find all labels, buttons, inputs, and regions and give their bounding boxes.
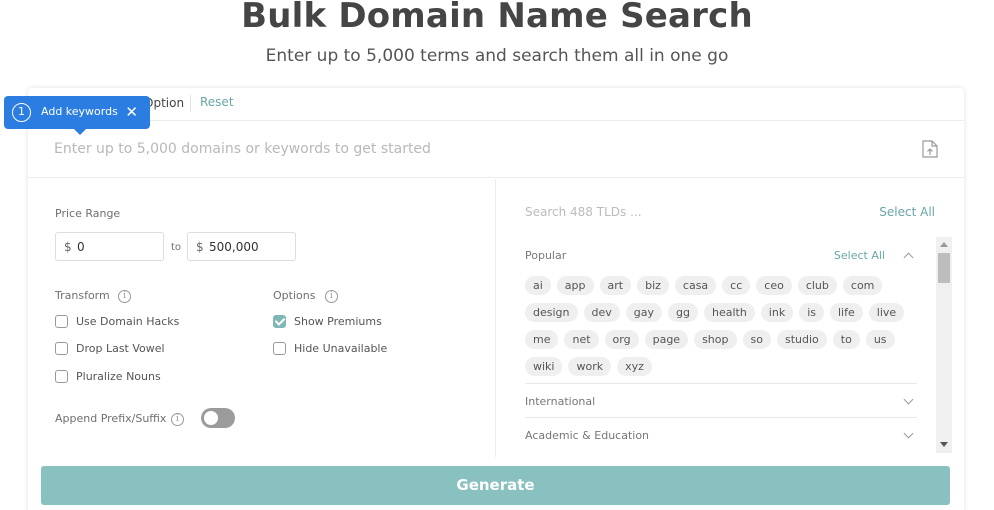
tld-list: Popular Select All ai app art biz casa cc ceo c…	[497, 237, 964, 455]
toggle-knob	[204, 411, 218, 425]
file-upload-icon[interactable]	[922, 140, 938, 158]
transform-label: Transform	[55, 289, 110, 302]
drop-last-vowel-checkbox[interactable]: Drop Last Vowel	[55, 342, 165, 355]
use-domain-hacks-checkbox[interactable]: Use Domain Hacks	[55, 315, 179, 328]
close-icon[interactable]: ✕	[125, 103, 138, 121]
step-number-badge: 1	[12, 103, 31, 122]
checkbox-box[interactable]	[55, 315, 68, 328]
tld-chip-net[interactable]: net	[564, 330, 599, 349]
price-max-value: 500,000	[209, 240, 259, 254]
filters-pane: Price Range $ 0 to $ 500,000 Transform i…	[28, 179, 496, 457]
checkbox-box[interactable]	[273, 342, 286, 355]
chevron-up-icon[interactable]	[903, 252, 914, 263]
tld-chip-wiki[interactable]: wiki	[525, 357, 563, 376]
tld-chip-us[interactable]: us	[865, 330, 895, 349]
checkbox-box[interactable]	[55, 370, 68, 383]
options-info-icon[interactable]: i	[325, 290, 338, 303]
price-to-label: to	[171, 242, 182, 253]
tld-chip-ai[interactable]: ai	[525, 276, 551, 295]
popular-tld-chips: ai app art biz casa cc ceo club com design dev gay g…	[525, 276, 920, 376]
tld-chip-app[interactable]: app	[556, 276, 594, 295]
tld-chip-me[interactable]: me	[525, 330, 559, 349]
tld-pane: Search 488 TLDs ... Select All Popular S…	[497, 179, 964, 457]
tld-chip-work[interactable]: work	[568, 357, 612, 376]
tld-chip-so[interactable]: so	[742, 330, 771, 349]
tld-chip-page[interactable]: page	[644, 330, 689, 349]
tld-chip-design[interactable]: design	[525, 303, 578, 322]
chevron-down-icon[interactable]	[903, 394, 914, 405]
checkbox-box[interactable]	[55, 342, 68, 355]
tld-chip-xyz[interactable]: xyz	[617, 357, 652, 376]
card-toolbar: Option Reset	[28, 88, 964, 121]
checkbox-label: Drop Last Vowel	[76, 342, 165, 355]
tooltip-text: Add keywords	[41, 105, 118, 118]
tld-list-scrollbar[interactable]	[936, 237, 952, 453]
group-divider	[525, 383, 917, 384]
tld-chip-gg[interactable]: gg	[668, 303, 698, 322]
options-label: Options	[273, 289, 316, 302]
checkbox-label: Use Domain Hacks	[76, 315, 180, 328]
tld-group-academic-education[interactable]: Academic & Education	[525, 429, 649, 442]
tld-chip-biz[interactable]: biz	[637, 276, 669, 295]
tld-chip-casa[interactable]: casa	[674, 276, 717, 295]
keywords-input[interactable]: Enter up to 5,000 domains or keywords to…	[28, 122, 964, 178]
tld-chip-ceo[interactable]: ceo	[756, 276, 792, 295]
scrollbar-thumb[interactable]	[938, 253, 950, 283]
tld-chip-org[interactable]: org	[604, 330, 639, 349]
price-min-value: 0	[77, 240, 85, 254]
option-tab[interactable]: Option	[144, 96, 184, 110]
checkbox-label: Show Premiums	[294, 315, 382, 328]
tld-chip-live[interactable]: live	[868, 303, 905, 322]
show-premiums-checkbox[interactable]: Show Premiums	[273, 315, 382, 328]
add-keywords-tooltip: 1 Add keywords ✕	[4, 96, 150, 135]
tld-chip-cc[interactable]: cc	[722, 276, 751, 295]
append-prefix-suffix-toggle[interactable]	[201, 408, 235, 428]
currency-symbol: $	[64, 240, 72, 254]
tld-chip-art[interactable]: art	[599, 276, 632, 295]
reset-button[interactable]: Reset	[200, 95, 234, 109]
tld-chip-to[interactable]: to	[832, 330, 860, 349]
currency-symbol: $	[196, 240, 204, 254]
transform-info-icon[interactable]: i	[118, 290, 131, 303]
price-max-input[interactable]: $ 500,000	[187, 232, 296, 261]
page: Bulk Domain Name Search Enter up to 5,00…	[0, 0, 994, 510]
tld-group-popular-title[interactable]: Popular	[525, 249, 566, 262]
generate-button[interactable]: Generate	[41, 466, 950, 505]
tld-chip-life[interactable]: life	[830, 303, 863, 322]
pluralize-nouns-checkbox[interactable]: Pluralize Nouns	[55, 370, 161, 383]
tld-search-input[interactable]: Search 488 TLDs ...	[525, 205, 642, 219]
page-title: Bulk Domain Name Search	[241, 0, 753, 36]
popular-select-all-link[interactable]: Select All	[834, 249, 885, 262]
checkbox-box[interactable]	[273, 315, 286, 328]
hide-unavailable-checkbox[interactable]: Hide Unavailable	[273, 342, 387, 355]
tld-chip-club[interactable]: club	[797, 276, 837, 295]
checkbox-label: Pluralize Nouns	[76, 370, 161, 383]
price-range-label: Price Range	[55, 207, 121, 220]
search-card: Option Reset Enter up to 5,000 domains o…	[28, 88, 964, 510]
page-subtitle: Enter up to 5,000 terms and search them …	[265, 46, 729, 66]
tld-chip-dev[interactable]: dev	[583, 303, 620, 322]
tld-chip-com[interactable]: com	[842, 276, 883, 295]
append-prefix-suffix-label: Append Prefix/Suffix	[55, 412, 167, 425]
select-all-tlds-link[interactable]: Select All	[879, 205, 935, 219]
scroll-down-arrow-icon[interactable]	[940, 442, 948, 447]
price-min-input[interactable]: $ 0	[55, 232, 164, 261]
tld-chip-health[interactable]: health	[703, 303, 755, 322]
tld-chip-ink[interactable]: ink	[760, 303, 794, 322]
chevron-down-icon[interactable]	[903, 428, 914, 439]
toolbar-divider	[190, 95, 191, 112]
tld-group-international[interactable]: International	[525, 395, 595, 408]
tld-chip-studio[interactable]: studio	[776, 330, 827, 349]
tld-chip-gay[interactable]: gay	[625, 303, 662, 322]
tld-chip-shop[interactable]: shop	[694, 330, 737, 349]
keywords-placeholder: Enter up to 5,000 domains or keywords to…	[54, 141, 431, 157]
group-divider	[525, 417, 917, 418]
checkbox-label: Hide Unavailable	[294, 342, 388, 355]
scroll-up-arrow-icon[interactable]	[940, 242, 948, 247]
affix-info-icon[interactable]: i	[171, 413, 184, 426]
tld-chip-is[interactable]: is	[799, 303, 824, 322]
